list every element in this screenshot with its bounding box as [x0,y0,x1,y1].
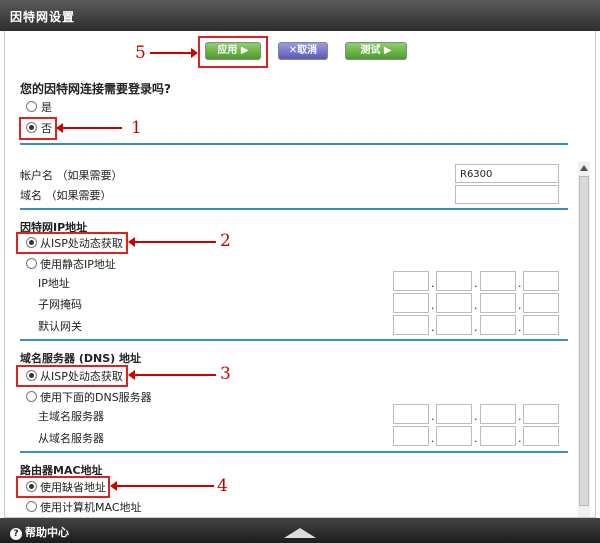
annotation-number-3: 3 [220,364,231,384]
annotation-arrow-5 [150,48,198,58]
gateway-octet-field[interactable] [480,315,516,335]
gateway-octet-field[interactable] [393,315,429,335]
domain-name-field[interactable] [455,185,559,204]
account-name-label: 帐户名 （如果需要） [20,169,123,182]
domain-name-label: 域名 （如果需要） [20,189,112,202]
login-yes-label: 是 [41,101,52,114]
section-divider [20,339,568,341]
annotation-arrow-4 [110,481,214,491]
secondary-dns-octet-field[interactable] [523,426,559,446]
help-center-label: 帮助中心 [25,526,69,539]
ip-static-radio[interactable] [26,258,37,269]
octet-separator: . [474,299,478,312]
octet-separator: . [431,410,435,423]
annotation-number-2: 2 [220,231,231,251]
window-title: 因特网设置 [10,10,76,24]
help-center-link[interactable]: ? 帮助中心 [10,524,69,540]
ip-octet-field[interactable] [393,271,429,291]
octet-separator: . [518,432,522,445]
annotation-arrow-3 [128,370,216,380]
scroll-up-arrow-icon[interactable] [580,165,588,171]
test-button[interactable]: 测试 ▶ [345,42,407,60]
login-question: 您的因特网连接需要登录吗? [20,82,171,96]
octet-separator: . [518,277,522,290]
help-icon: ? [10,528,22,540]
gateway-octet-field[interactable] [436,315,472,335]
ip-octet-field[interactable] [480,271,516,291]
octet-separator: . [474,432,478,445]
mac-computer-radio[interactable] [26,501,37,512]
apply-button[interactable]: 应用 ▶ [205,42,261,60]
ip-octet-field[interactable] [523,271,559,291]
secondary-dns-octet-field[interactable] [393,426,429,446]
dns-manual-radio[interactable] [26,391,37,402]
primary-dns-octet-field[interactable] [436,404,472,424]
primary-dns-label: 主域名服务器 [38,410,104,423]
dns-dynamic-radio[interactable] [26,370,37,381]
dns-manual-label: 使用下面的DNS服务器 [40,391,152,404]
cancel-button[interactable]: ✕取消 [278,42,328,60]
account-name-field[interactable]: R6300 [455,164,559,183]
dns-section-title: 域名服务器 (DNS) 地址 [20,352,141,365]
login-no-radio[interactable] [26,122,37,133]
octet-separator: . [431,321,435,334]
expand-arrow-icon[interactable] [284,528,316,538]
ip-address-label: IP地址 [38,277,70,290]
dns-dynamic-label: 从ISP处动态获取 [40,370,123,383]
ip-static-label: 使用静态IP地址 [40,258,116,271]
octet-separator: . [474,321,478,334]
ip-octet-field[interactable] [436,271,472,291]
octet-separator: . [518,321,522,334]
mask-octet-field[interactable] [436,293,472,313]
secondary-dns-octet-field[interactable] [436,426,472,446]
secondary-dns-octet-field[interactable] [480,426,516,446]
section-divider [20,208,568,210]
mask-octet-field[interactable] [523,293,559,313]
annotation-number-4: 4 [217,476,228,496]
login-no-label: 否 [41,122,52,135]
vertical-scrollbar[interactable] [578,162,590,517]
octet-separator: . [431,432,435,445]
section-divider [20,143,568,145]
section-divider [20,451,568,453]
annotation-number-5: 5 [135,43,146,63]
gateway-octet-field[interactable] [523,315,559,335]
login-yes-radio[interactable] [26,101,37,112]
secondary-dns-label: 从域名服务器 [38,432,104,445]
primary-dns-octet-field[interactable] [393,404,429,424]
octet-separator: . [474,410,478,423]
ip-dynamic-label: 从ISP处动态获取 [40,237,123,250]
mac-computer-label: 使用计算机MAC地址 [40,501,142,514]
annotation-arrow-2 [128,237,216,247]
octet-separator: . [518,299,522,312]
default-gateway-label: 默认网关 [38,320,82,333]
octet-separator: . [474,277,478,290]
mac-default-radio[interactable] [26,481,37,492]
scrollbar-thumb[interactable] [579,176,589,506]
octet-separator: . [431,299,435,312]
octet-separator: . [431,277,435,290]
mac-default-label: 使用缺省地址 [40,481,106,494]
ip-dynamic-radio[interactable] [26,237,37,248]
footer-bar: ? 帮助中心 [0,518,600,543]
annotation-number-1: 1 [131,118,142,138]
subnet-mask-label: 子网掩码 [38,298,82,311]
title-bar: 因特网设置 [0,0,600,31]
primary-dns-octet-field[interactable] [523,404,559,424]
primary-dns-octet-field[interactable] [480,404,516,424]
octet-separator: . [518,410,522,423]
mask-octet-field[interactable] [480,293,516,313]
mask-octet-field[interactable] [393,293,429,313]
annotation-arrow-1 [56,123,122,133]
